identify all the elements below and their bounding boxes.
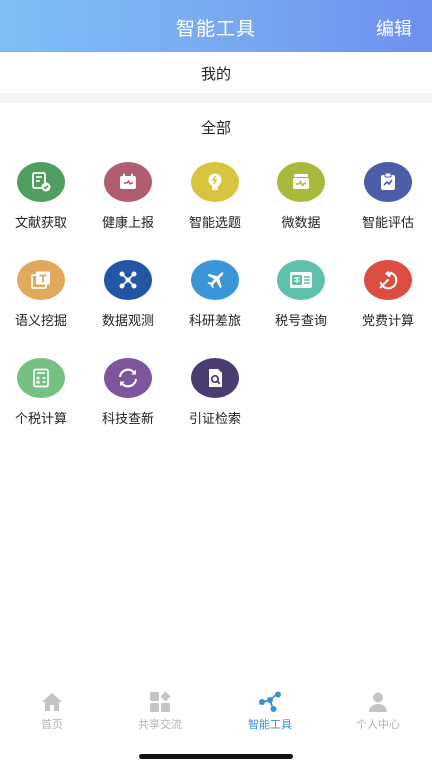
tax-card-icon	[277, 260, 325, 300]
section-divider	[0, 93, 432, 103]
tool-label: 科技查新	[101, 412, 154, 427]
data-monitor-icon	[277, 162, 325, 202]
tool-label: 语义挖掘	[14, 314, 67, 329]
document-fetch-icon	[17, 162, 65, 202]
airplane-icon	[191, 260, 239, 300]
tool-item-citation-search[interactable]: 引证检索	[172, 358, 258, 427]
tool-label: 税号查询	[274, 314, 327, 329]
tool-item-health-report[interactable]: 健康上报	[85, 162, 171, 231]
tab-label: 个人中心	[356, 718, 400, 731]
tool-label: 党费计算	[361, 314, 414, 329]
tool-label: 智能选题	[188, 216, 241, 231]
calendar-report-icon	[104, 162, 152, 202]
tool-item-micro-data[interactable]: 微数据	[258, 162, 344, 231]
tool-label: 科研差旅	[188, 314, 241, 329]
tool-item-party-fee[interactable]: 党费计算	[345, 260, 431, 329]
home-icon	[0, 690, 106, 714]
tool-item-data-observation[interactable]: 数据观测	[85, 260, 171, 329]
top-header: 智能工具 编辑	[0, 0, 432, 52]
edit-button[interactable]: 编辑	[376, 15, 412, 41]
tool-label: 健康上报	[101, 216, 154, 231]
tool-label: 智能评估	[361, 216, 414, 231]
tool-label: 数据观测	[101, 314, 154, 329]
nodes-tool-icon	[216, 690, 324, 714]
tab-label: 智能工具	[248, 718, 292, 731]
hammer-sickle-icon	[364, 260, 412, 300]
calculator-icon	[17, 358, 65, 398]
text-window-icon	[17, 260, 65, 300]
tool-item-tax-id-query[interactable]: 税号查询	[258, 260, 344, 329]
tool-label: 引证检索	[188, 412, 241, 427]
tab-smart-tools[interactable]: 智能工具	[216, 690, 324, 732]
bottom-tab-bar: 首页 共享交流 智能工具 个人中心	[0, 690, 432, 740]
home-indicator	[139, 754, 293, 759]
grid-share-icon	[106, 690, 214, 714]
tool-item-smart-evaluation[interactable]: 智能评估	[345, 162, 431, 231]
tab-label: 首页	[41, 718, 63, 731]
person-icon	[324, 690, 432, 714]
tool-item-semantic-mining[interactable]: 语义挖掘	[0, 260, 84, 329]
tab-profile[interactable]: 个人中心	[324, 690, 432, 732]
tab-label: 共享交流	[138, 718, 182, 731]
doc-search-icon	[191, 358, 239, 398]
tool-item-novelty-search[interactable]: 科技查新	[85, 358, 171, 427]
tab-home[interactable]: 首页	[0, 690, 106, 732]
clipboard-trend-icon	[364, 162, 412, 202]
section-title-all: 全部	[200, 119, 231, 137]
page-title: 智能工具	[175, 18, 256, 40]
tab-share[interactable]: 共享交流	[106, 690, 214, 732]
lightbulb-icon	[191, 162, 239, 202]
section-title-mine: 我的	[200, 65, 231, 83]
tool-item-literature[interactable]: 文献获取	[0, 162, 84, 231]
tool-label: 微数据	[281, 216, 321, 231]
tool-label: 个税计算	[14, 412, 67, 427]
network-nodes-icon	[104, 260, 152, 300]
tool-item-research-travel[interactable]: 科研差旅	[172, 260, 258, 329]
tool-item-topic-selection[interactable]: 智能选题	[172, 162, 258, 231]
tool-label: 文献获取	[14, 216, 67, 231]
tool-item-income-tax[interactable]: 个税计算	[0, 358, 84, 427]
refresh-arrows-icon	[104, 358, 152, 398]
